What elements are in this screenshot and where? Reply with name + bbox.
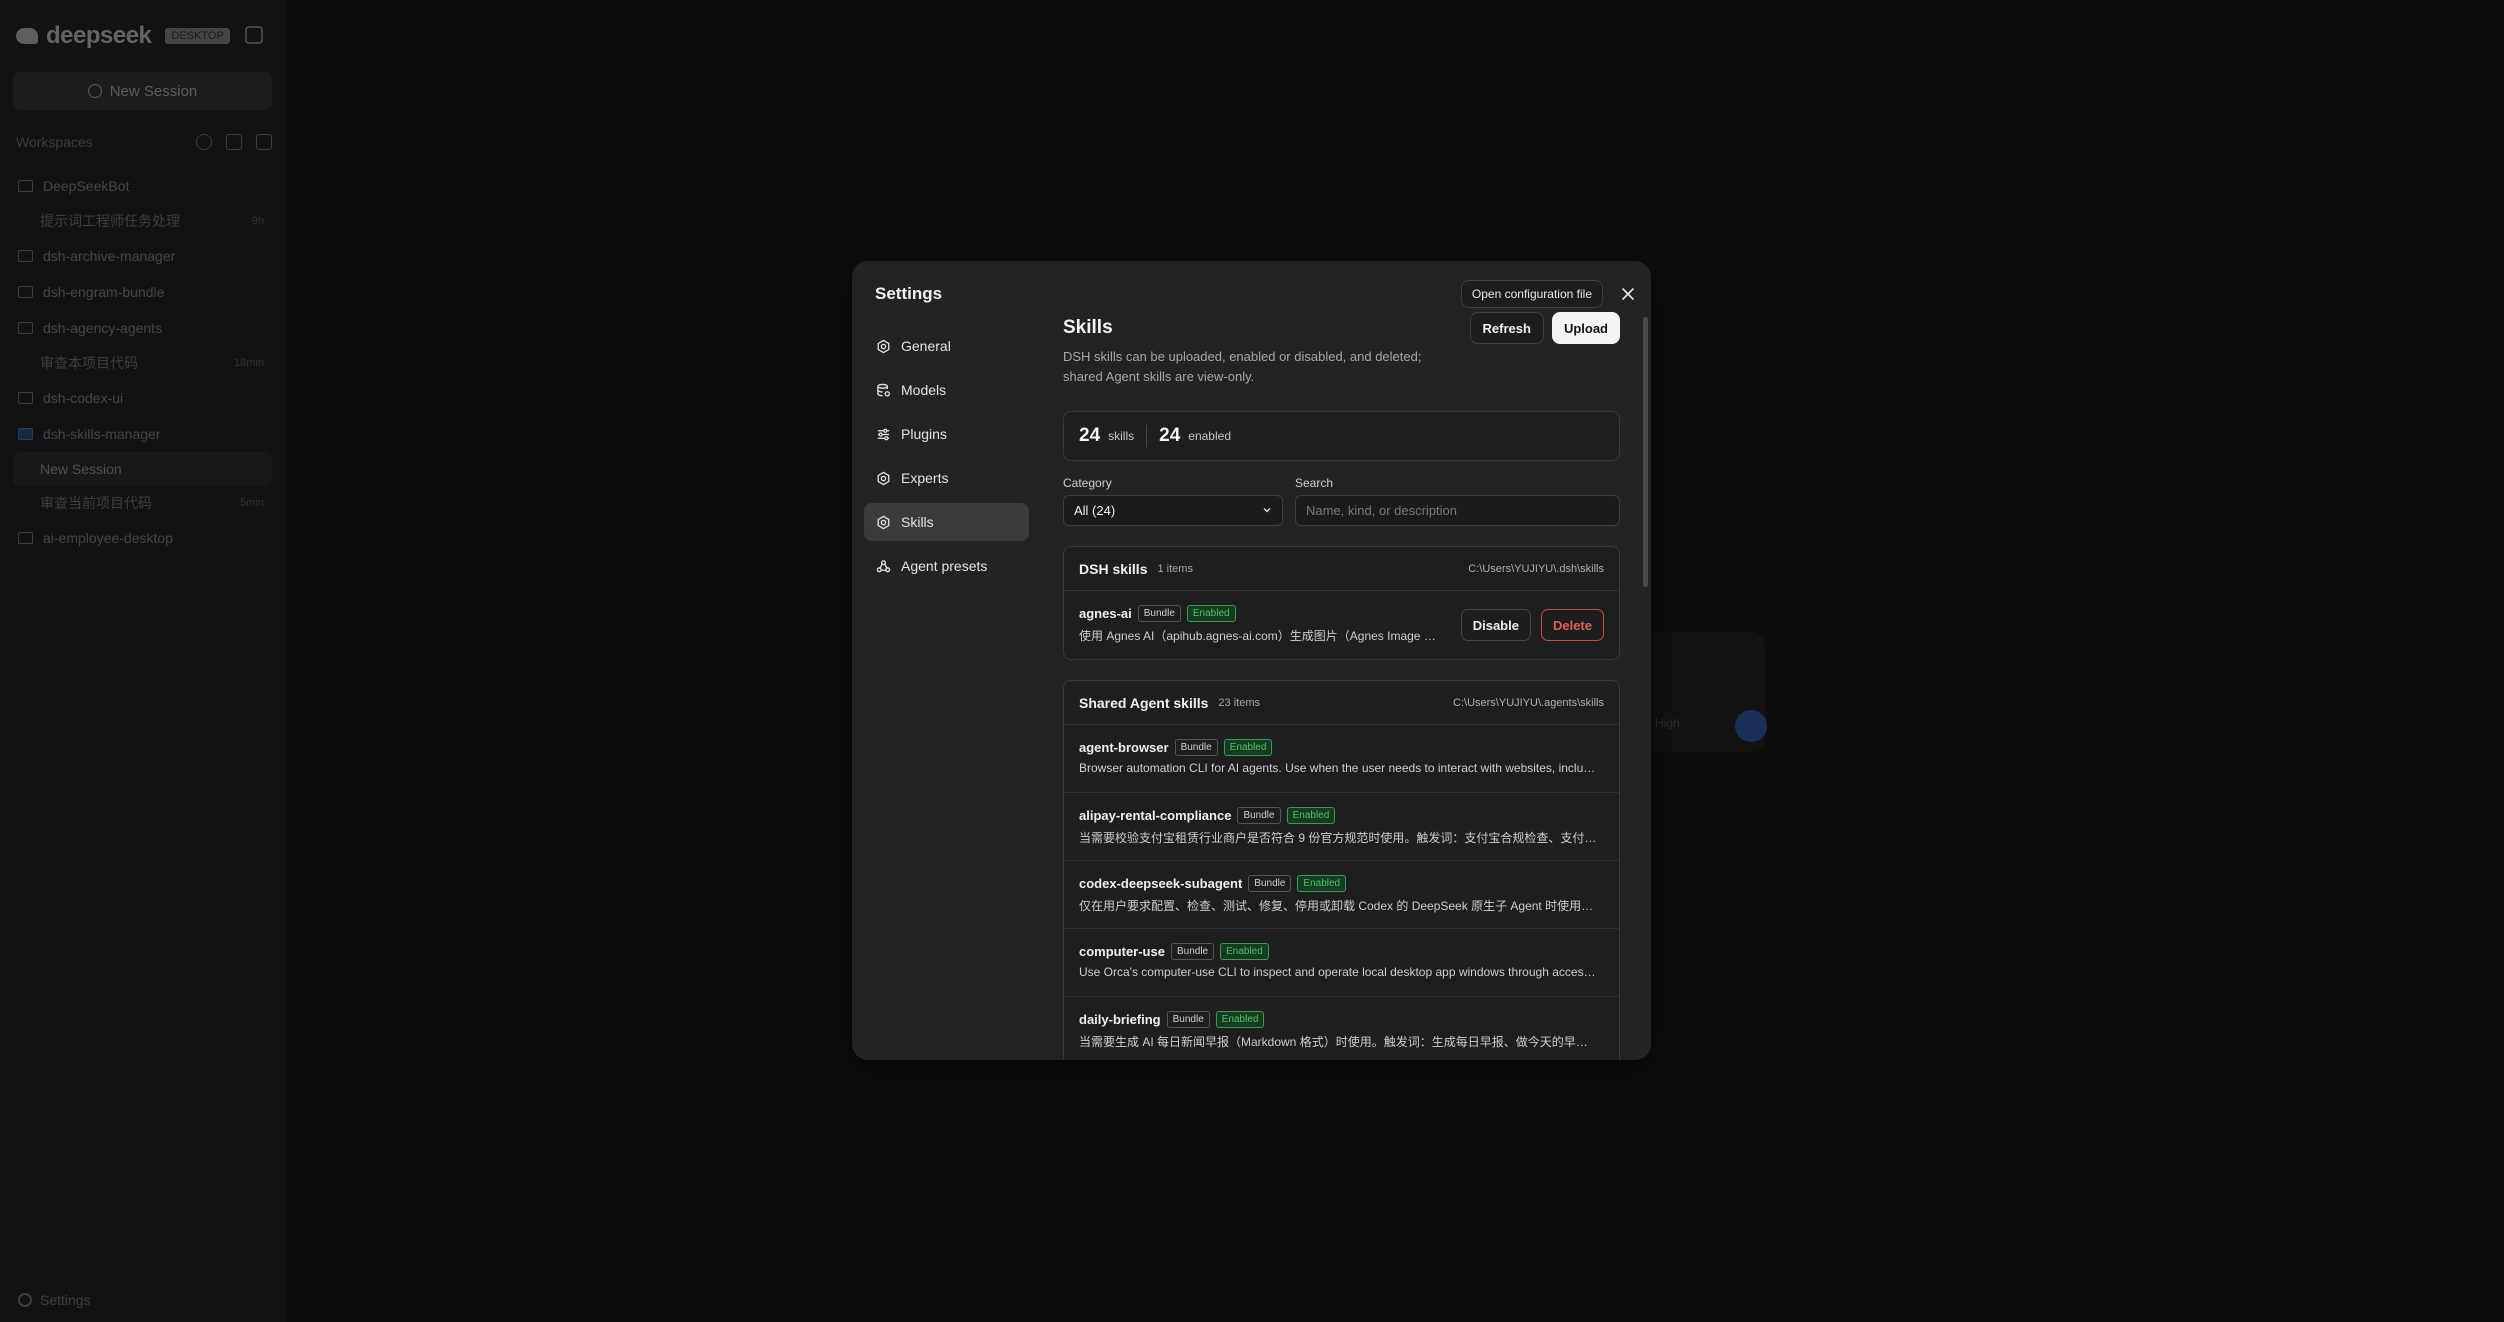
dialog-title: Settings [875, 284, 943, 303]
enabled-count: 24 [1159, 425, 1181, 446]
settings-nav: General Models Plugins Experts Skills Ag… [864, 327, 1029, 591]
nav-models[interactable]: Models [864, 371, 1029, 409]
status-badge: Enabled [1186, 604, 1236, 622]
gear-icon [876, 339, 891, 354]
kind-badge: Bundle [1174, 738, 1218, 756]
skill-description: Use Orca's computer-use CLI to inspect a… [1079, 965, 1599, 979]
top-actions: Open configuration file [1460, 280, 1603, 308]
skill-description: 当需要校验支付宝租赁行业商户是否符合 9 份官方规范时使用。触发词：支付宝合规检… [1079, 831, 1599, 845]
chevron-down-icon [1263, 508, 1271, 513]
status-badge: Enabled [1220, 942, 1269, 960]
skills-actions: Refresh Upload [1469, 312, 1620, 344]
skill-name: alipay-rental-compliance [1079, 807, 1232, 823]
category-value: All (24) [1074, 503, 1116, 518]
group-count: 1 items [1157, 562, 1193, 575]
upload-button[interactable]: Upload [1551, 312, 1620, 344]
skill-description: Browser automation CLI for AI agents. Us… [1079, 761, 1599, 775]
database-icon [876, 383, 891, 398]
gear-icon [876, 471, 891, 486]
users-icon [876, 559, 891, 574]
close-icon[interactable] [1621, 287, 1635, 301]
skill-row[interactable]: codex-deepseek-subagent Bundle Enabled 仅… [1064, 861, 1619, 929]
nav-general[interactable]: General [864, 327, 1029, 365]
status-badge: Enabled [1215, 1010, 1265, 1028]
skill-description: 当需要生成 AI 每日新闻早报（Markdown 格式）时使用。触发词：生成每日… [1079, 1035, 1599, 1049]
status-badge: Enabled [1223, 738, 1273, 756]
category-label: Category [1063, 476, 1112, 490]
kind-badge: Bundle [1248, 874, 1292, 892]
skill-row[interactable]: alipay-rental-compliance Bundle Enabled … [1064, 793, 1619, 861]
stats-divider [1146, 425, 1148, 447]
sliders-icon [876, 427, 891, 442]
kind-badge: Bundle [1170, 942, 1215, 960]
group-title: Shared Agent skills [1079, 694, 1209, 711]
status-badge: Enabled [1286, 806, 1336, 824]
delete-button[interactable]: Delete [1540, 609, 1604, 641]
skills-header: Skills DSH skills can be uploaded, enabl… [1063, 312, 1620, 391]
skill-row[interactable]: agnes-ai Bundle Enabled 使用 Agnes AI（apih… [1064, 591, 1619, 659]
skill-row[interactable]: daily-briefing Bundle Enabled 当需要生成 AI 每… [1064, 997, 1619, 1060]
group-header: Shared Agent skills 23 items C:\Users\YU… [1064, 681, 1619, 725]
skill-name: computer-use [1079, 943, 1165, 959]
shared-skills-group: Shared Agent skills 23 items C:\Users\YU… [1063, 680, 1620, 1060]
skill-name: agent-browser [1079, 739, 1169, 755]
skill-name: daily-briefing [1079, 1011, 1161, 1027]
enabled-count-label: enabled [1188, 429, 1231, 443]
group-header: DSH skills 1 items C:\Users\YUJIYU\.dsh\… [1064, 547, 1619, 591]
dsh-skills-group: DSH skills 1 items C:\Users\YUJIYU\.dsh\… [1063, 546, 1620, 660]
nav-plugins[interactable]: Plugins [864, 415, 1029, 453]
group-title: DSH skills [1079, 560, 1148, 577]
group-path: C:\Users\YUJIYU\.dsh\skills [1468, 562, 1604, 575]
section-description: DSH skills can be uploaded, enabled or d… [1063, 349, 1422, 384]
settings-dialog: Settings General Models Plugins Experts … [852, 261, 1651, 1060]
gear-icon [876, 515, 891, 530]
nav-experts[interactable]: Experts [864, 459, 1029, 497]
refresh-button[interactable]: Refresh [1469, 312, 1544, 344]
skill-description: 使用 Agnes AI（apihub.agnes-ai.com）生成图片（Agn… [1079, 629, 1439, 643]
scrollbar[interactable] [1643, 317, 1648, 587]
skill-name: agnes-ai [1079, 605, 1132, 621]
kind-badge: Bundle [1237, 806, 1281, 824]
nav-agent-presets[interactable]: Agent presets [864, 547, 1029, 585]
search-input[interactable] [1295, 495, 1620, 526]
status-badge: Enabled [1297, 874, 1347, 892]
skills-count: 24 [1079, 425, 1101, 446]
search-label: Search [1295, 476, 1334, 490]
skills-filters: Category All (24) Search [1063, 476, 1620, 526]
open-config-button[interactable]: Open configuration file [1460, 280, 1603, 308]
skill-description: 仅在用户要求配置、检查、测试、修复、停用或卸载 Codex 的 DeepSeek… [1079, 899, 1599, 913]
category-select[interactable]: All (24) [1063, 495, 1283, 526]
skill-actions: Disable Delete [1460, 609, 1604, 641]
skill-name: codex-deepseek-subagent [1079, 875, 1243, 891]
group-count: 23 items [1218, 696, 1260, 709]
skill-row[interactable]: computer-use Bundle Enabled Use Orca's c… [1064, 929, 1619, 997]
kind-badge: Bundle [1137, 604, 1181, 622]
skills-panel: Skills DSH skills can be uploaded, enabl… [1063, 312, 1620, 1060]
skills-count-label: skills [1108, 429, 1135, 443]
disable-button[interactable]: Disable [1460, 609, 1531, 641]
nav-skills[interactable]: Skills [864, 503, 1029, 541]
kind-badge: Bundle [1166, 1010, 1210, 1028]
skills-stats: 24 skills 24 enabled [1063, 411, 1620, 461]
skill-row[interactable]: agent-browser Bundle Enabled Browser aut… [1064, 725, 1619, 793]
group-path: C:\Users\YUJIYU\.agents\skills [1453, 696, 1604, 709]
